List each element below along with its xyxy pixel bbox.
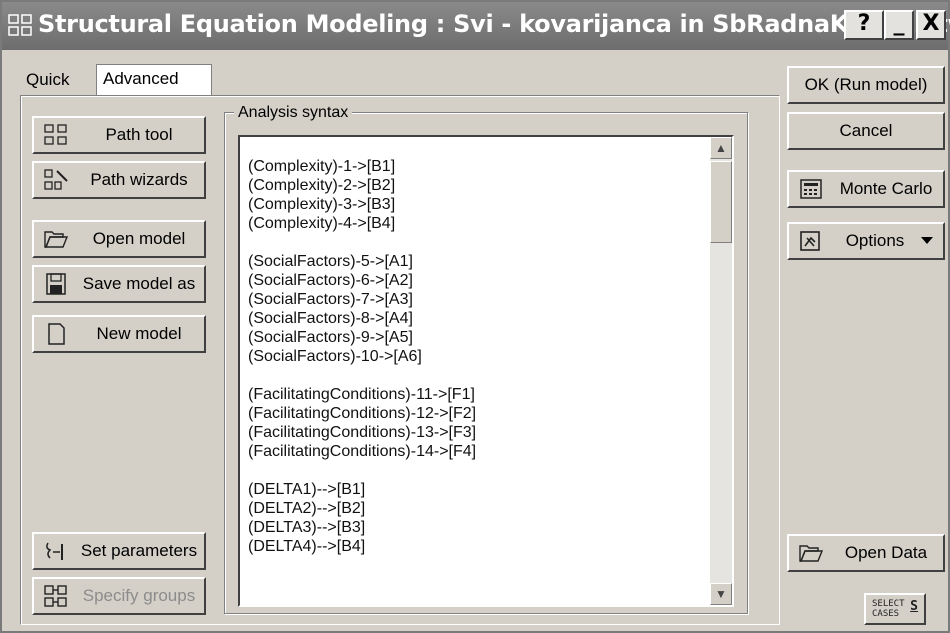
open-data-button[interactable]: Open Data [787, 534, 945, 572]
chevron-down-icon [921, 237, 933, 244]
new-document-icon [48, 323, 65, 345]
minimize-button[interactable]: _ [884, 10, 914, 40]
open-data-label: Open Data [844, 543, 928, 562]
open-model-label: Open model [92, 229, 186, 248]
set-parameters-button[interactable]: Set parameters [32, 532, 206, 570]
cancel-button[interactable]: Cancel [787, 112, 945, 150]
title-bar[interactable]: Structural Equation Modeling : Svi - kov… [2, 2, 950, 50]
window-title: Structural Equation Modeling : Svi - kov… [38, 10, 950, 38]
monte-carlo-label: Monte Carlo [839, 179, 933, 198]
specify-groups-label: Specify groups [82, 586, 196, 605]
specify-groups-button[interactable]: Specify groups [32, 577, 206, 615]
sem-dialog-window: Structural Equation Modeling : Svi - kov… [0, 0, 950, 633]
path-tool-icon [44, 124, 67, 145]
analysis-syntax-text: (Complexity)-1->[B1] (Complexity)-2->[B2… [248, 158, 477, 555]
tab-quick[interactable]: Quick [20, 66, 75, 94]
select-cases-button[interactable]: SELECT CASES S [864, 593, 926, 625]
path-wizards-icon [44, 169, 68, 190]
tab-advanced[interactable]: Advanced [96, 64, 212, 96]
folder-open-icon [44, 231, 68, 248]
save-model-as-button[interactable]: Save model as [32, 265, 206, 303]
path-wizards-button[interactable]: Path wizards [32, 161, 206, 199]
close-button[interactable]: X [916, 10, 946, 40]
save-model-as-label: Save model as [82, 274, 196, 293]
ok-run-model-button[interactable]: OK (Run model) [787, 66, 945, 104]
monte-carlo-button[interactable]: Monte Carlo [787, 170, 945, 208]
specify-groups-icon [44, 585, 67, 607]
new-model-button[interactable]: New model [32, 315, 206, 353]
path-tool-button[interactable]: Path tool [32, 116, 206, 154]
vertical-scrollbar[interactable]: ▲ ▼ [710, 137, 732, 605]
options-icon [800, 231, 820, 251]
analysis-syntax-label: Analysis syntax [234, 104, 353, 122]
path-wizards-label: Path wizards [90, 170, 188, 189]
path-tool-label: Path tool [105, 125, 173, 144]
folder-open-icon [799, 545, 823, 562]
help-button[interactable]: ? [844, 10, 884, 40]
select-cases-label: SELECT CASES [872, 599, 905, 619]
app-icon [8, 14, 32, 36]
set-parameters-label: Set parameters [80, 541, 198, 560]
scroll-down-arrow[interactable]: ▼ [710, 583, 732, 605]
new-model-label: New model [96, 324, 182, 343]
options-label: Options [845, 231, 905, 250]
set-parameters-icon [46, 542, 63, 560]
options-dropdown-button[interactable]: Options [787, 222, 945, 260]
scroll-up-arrow[interactable]: ▲ [710, 137, 732, 159]
select-cases-glyph: S [910, 599, 918, 614]
ok-run-model-label: OK (Run model) [804, 75, 928, 94]
analysis-syntax-textarea[interactable]: (Complexity)-1->[B1] (Complexity)-2->[B2… [238, 135, 734, 607]
scroll-thumb[interactable] [710, 161, 732, 243]
calculator-icon [800, 179, 822, 199]
floppy-disk-icon [46, 273, 66, 295]
open-model-button[interactable]: Open model [32, 220, 206, 258]
cancel-label: Cancel [839, 121, 893, 140]
